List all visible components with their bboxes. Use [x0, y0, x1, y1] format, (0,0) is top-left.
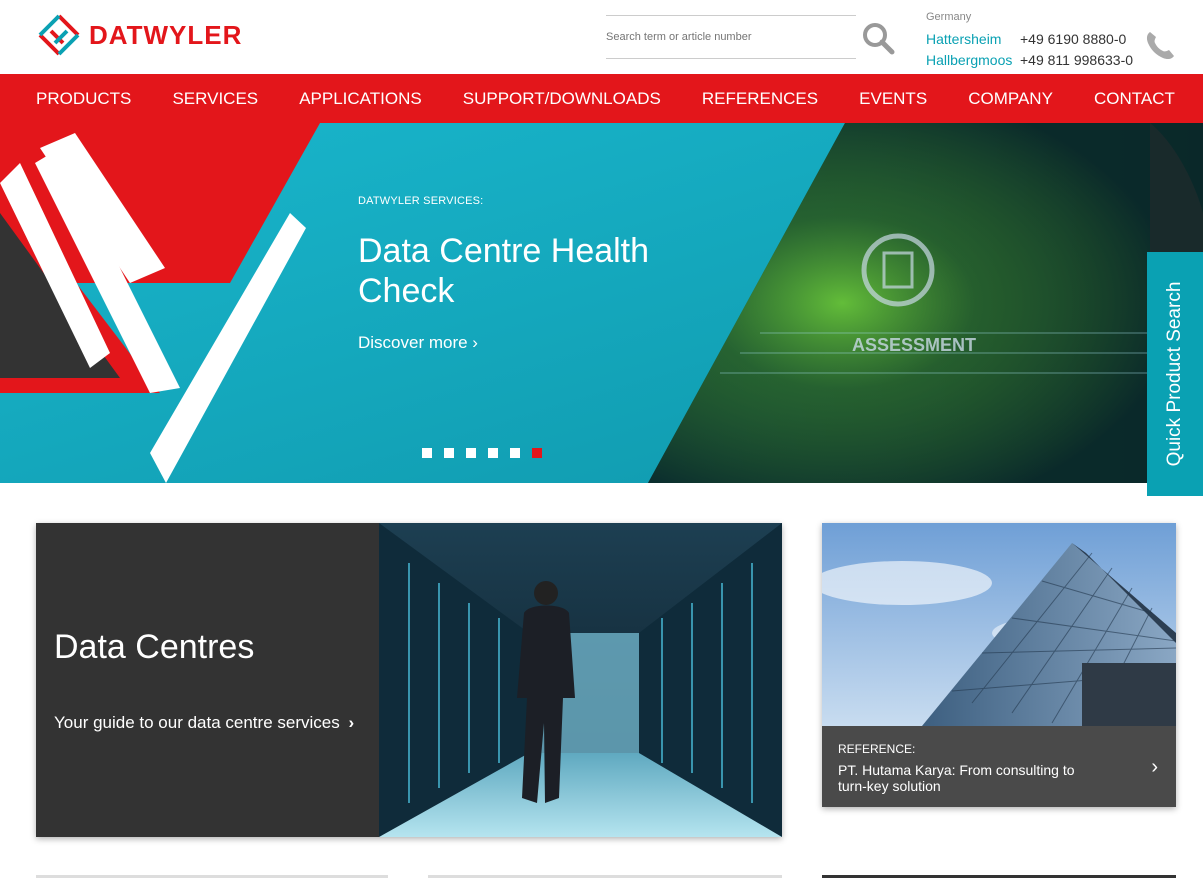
hero-discover-link[interactable]: Discover more › [358, 333, 478, 353]
slider-dot[interactable] [488, 448, 498, 458]
datwyler-logo[interactable]: DATWYLER [37, 13, 242, 57]
city-link-hallbergmoos[interactable]: Hallbergmoos [926, 52, 1012, 68]
hero-eyebrow: DATWYLER SERVICES: [358, 195, 484, 207]
reference-card-footer: REFERENCE: PT. Hutama Karya: From consul… [822, 726, 1176, 807]
data-centres-link-label: Your guide to our data centre services [54, 713, 340, 732]
data-centres-card[interactable]: Data Centres Your guide to our data cent… [36, 523, 782, 837]
hero-slider: ASSESSMENT DATWYLER SERVICES: Data Centr… [0, 123, 1203, 483]
next-row-cards-edge [36, 875, 1176, 878]
nav-contact[interactable]: CONTACT [1094, 89, 1175, 109]
nav-company[interactable]: COMPANY [968, 89, 1053, 109]
phone-number[interactable]: +49 811 998633-0 [1020, 52, 1133, 68]
nav-support-downloads[interactable]: SUPPORT/DOWNLOADS [463, 89, 661, 109]
nav-events[interactable]: EVENTS [859, 89, 927, 109]
search-icon[interactable] [860, 20, 896, 56]
chevron-right-icon: › [348, 713, 355, 732]
slider-dot[interactable] [422, 448, 432, 458]
logo-mark-icon [38, 14, 80, 56]
quick-product-search-label: Quick Product Search [1164, 281, 1185, 467]
country-label: Germany [926, 11, 972, 23]
nav-products[interactable]: PRODUCTS [36, 89, 131, 109]
slider-dots [422, 448, 542, 458]
nav-services[interactable]: SERVICES [172, 89, 258, 109]
data-centre-image [379, 523, 782, 837]
phone-icon[interactable] [1142, 28, 1178, 64]
contact-block: Germany Hattersheim +49 6190 8880-0 Hall… [926, 11, 1133, 70]
reference-eyebrow: REFERENCE: [838, 742, 916, 756]
reference-card[interactable]: REFERENCE: PT. Hutama Karya: From consul… [822, 523, 1176, 807]
slider-dot[interactable] [444, 448, 454, 458]
nav-applications[interactable]: APPLICATIONS [299, 89, 422, 109]
reference-building-image [822, 523, 1176, 726]
search-input[interactable] [606, 16, 856, 58]
contact-row: Hallbergmoos +49 811 998633-0 [926, 49, 1133, 70]
chevron-right-icon[interactable]: › [1151, 756, 1158, 779]
hero-title: Data Centre Health Check [358, 232, 650, 310]
data-centres-link[interactable]: Your guide to our data centre services › [54, 713, 354, 733]
search-box[interactable] [606, 15, 856, 59]
slider-dot-active[interactable] [532, 448, 542, 458]
nav-references[interactable]: REFERENCES [702, 89, 818, 109]
slider-dot[interactable] [466, 448, 476, 458]
phone-number[interactable]: +49 6190 8880-0 [1020, 31, 1126, 47]
logo-wordmark: DATWYLER [89, 19, 243, 50]
quick-product-search-tab[interactable]: Quick Product Search [1147, 252, 1203, 496]
contact-row: Hattersheim +49 6190 8880-0 [926, 28, 1133, 49]
main-nav: PRODUCTS SERVICES APPLICATIONS SUPPORT/D… [0, 74, 1203, 123]
reference-title: PT. Hutama Karya: From consulting to tur… [838, 762, 1075, 794]
hero-image-text: ASSESSMENT [852, 335, 976, 355]
city-link-hattersheim[interactable]: Hattersheim [926, 31, 1006, 47]
slider-dot[interactable] [510, 448, 520, 458]
site-header: DATWYLER Germany Hattersheim +49 6190 88… [0, 0, 1203, 74]
data-centres-title: Data Centres [54, 628, 255, 666]
